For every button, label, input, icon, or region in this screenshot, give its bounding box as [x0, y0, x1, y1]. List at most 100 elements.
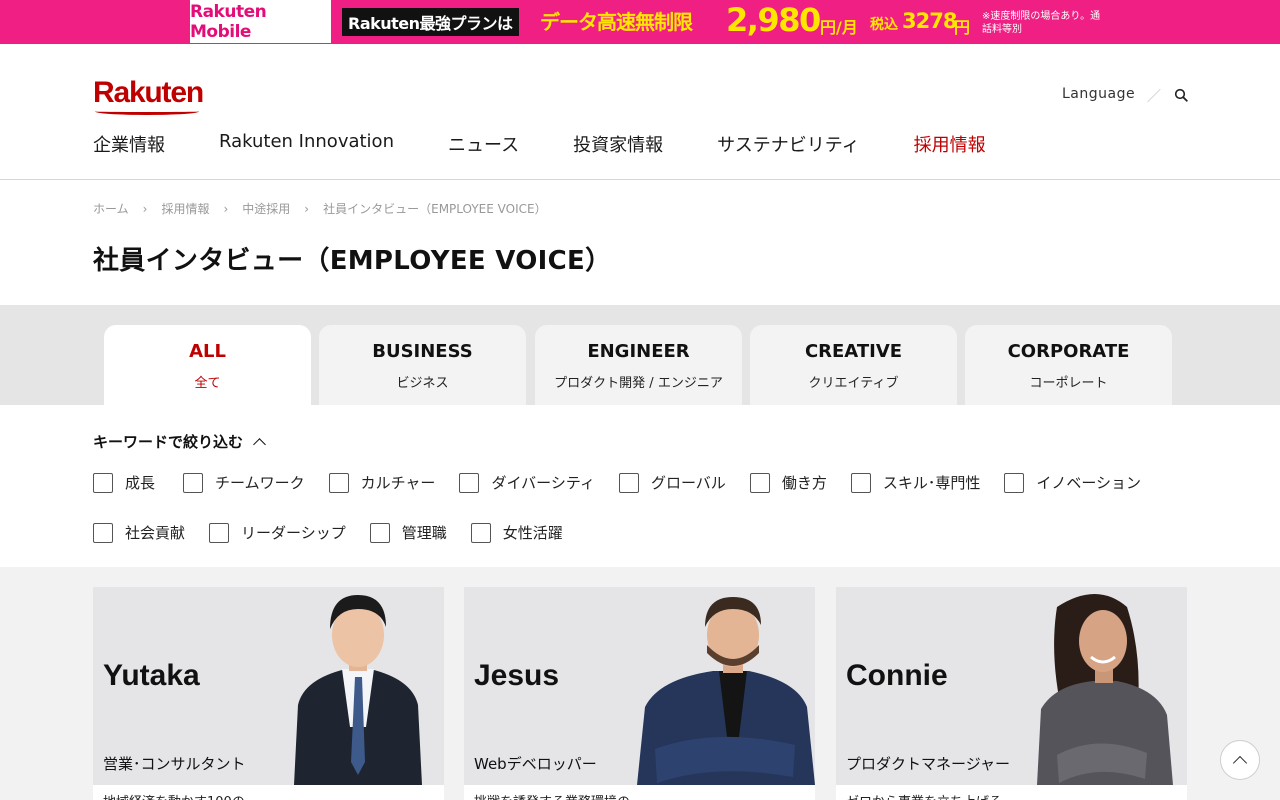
- promo-banner[interactable]: Rakuten Mobile Rakuten最強プランは データ高速無制限 2,…: [0, 0, 1280, 44]
- keyword-checkbox-workstyle[interactable]: 働き方: [749, 472, 827, 493]
- tab-engineer[interactable]: ENGINEER プロダクト開発 / エンジニア: [535, 325, 742, 405]
- keyword-label: グローバル: [650, 474, 726, 492]
- chevron-up-icon: [1232, 755, 1248, 770]
- keyword-label: 社会貢献: [125, 524, 186, 542]
- employee-name: Connie: [846, 659, 948, 692]
- card-excerpt: 挑戦を誘発する業務環境の…: [474, 791, 643, 800]
- employee-role: プロダクトマネージャー: [846, 755, 1010, 773]
- promo-price-unit: 円/月: [820, 18, 858, 37]
- keyword-label: 管理職: [401, 524, 447, 542]
- tab-label-en: ENGINEER: [587, 341, 690, 362]
- keyword-checkbox-social-contribution[interactable]: 社会貢献: [93, 522, 185, 543]
- promo-tax-label: 税込: [870, 17, 898, 33]
- keyword-checkbox-management[interactable]: 管理職: [369, 522, 447, 543]
- keyword-filter-toggle[interactable]: キーワードで絞り込む: [93, 431, 266, 452]
- nav-investor-relations[interactable]: 投資家情報: [573, 131, 663, 157]
- breadcrumb-separator: ›: [142, 201, 148, 216]
- keyword-checkbox-skills[interactable]: スキル･専門性: [850, 472, 981, 493]
- tab-label-en: CORPORATE: [1007, 341, 1130, 362]
- nav-news[interactable]: ニュース: [448, 131, 519, 157]
- keyword-checkbox-innovation[interactable]: イノベーション: [1004, 472, 1141, 493]
- checkbox[interactable]: [618, 472, 639, 493]
- tab-label-en: ALL: [189, 341, 226, 362]
- rakuten-logo[interactable]: Rakuten: [93, 76, 204, 115]
- checkbox[interactable]: [749, 472, 770, 493]
- employee-name: Yutaka: [103, 659, 200, 692]
- keyword-row-2: 社会貢献 リーダーシップ 管理職 女性活躍: [93, 522, 563, 543]
- tab-label-ja: 全て: [194, 376, 221, 391]
- employee-photo: [1037, 594, 1173, 785]
- employee-photo: [294, 595, 422, 785]
- nav-corporate-info[interactable]: 企業情報: [93, 131, 165, 157]
- keyword-label: 働き方: [781, 474, 827, 492]
- interview-card-jesus[interactable]: Jesus Webデベロッパー 挑戦を誘発する業務環境の…: [464, 587, 815, 800]
- checkbox[interactable]: [470, 522, 491, 543]
- tab-all[interactable]: ALL 全て: [104, 325, 311, 405]
- keyword-checkbox-leadership[interactable]: リーダーシップ: [209, 522, 346, 543]
- keyword-label: イノベーション: [1036, 474, 1142, 492]
- breadcrumb-mid-career[interactable]: 中途採用: [242, 200, 290, 217]
- keyword-filter-heading: キーワードで絞り込む: [93, 433, 244, 451]
- interview-card-connie[interactable]: Connie プロダクトマネージャー ゼロから事業を立ち上げる…: [836, 587, 1187, 800]
- employee-photo: [637, 597, 815, 785]
- tab-creative[interactable]: CREATIVE クリエイティブ: [750, 325, 957, 405]
- checkbox[interactable]: [328, 472, 349, 493]
- breadcrumb: ホーム › 採用情報 › 中途採用 › 社員インタビュー（EMPLOYEE VO…: [93, 200, 547, 217]
- keyword-label: ダイバーシティ: [491, 474, 595, 492]
- keyword-checkbox-culture[interactable]: カルチャー: [328, 472, 436, 493]
- promo-headline: データ高速無制限: [540, 10, 693, 34]
- language-link[interactable]: Language: [1062, 86, 1135, 102]
- tab-label-ja: ビジネス: [396, 376, 449, 391]
- checkbox[interactable]: [209, 522, 230, 543]
- keyword-label: チームワーク: [215, 474, 305, 492]
- promo-price: 2,980: [726, 1, 821, 39]
- keyword-checkbox-diversity[interactable]: ダイバーシティ: [459, 472, 595, 493]
- keyword-label: リーダーシップ: [241, 524, 346, 542]
- employee-role: Webデベロッパー: [474, 755, 597, 773]
- keyword-label: カルチャー: [360, 474, 436, 492]
- interview-card-yutaka[interactable]: Yutaka 営業･コンサルタント 地域経済を動かす100の…: [93, 587, 444, 800]
- rakuten-mobile-logo: Rakuten Mobile: [190, 0, 331, 43]
- breadcrumb-home[interactable]: ホーム: [93, 200, 129, 217]
- checkbox[interactable]: [93, 472, 113, 493]
- nav-sustainability[interactable]: サステナビリティ: [717, 131, 860, 157]
- keyword-label: スキル･専門性: [882, 474, 981, 492]
- page-title: 社員インタビュー（EMPLOYEE VOICE）: [93, 246, 612, 276]
- breadcrumb-current: 社員インタビュー（EMPLOYEE VOICE）: [323, 202, 547, 216]
- checkbox[interactable]: [183, 472, 204, 493]
- checkbox[interactable]: [369, 522, 390, 543]
- tab-corporate[interactable]: CORPORATE コーポレート: [965, 325, 1172, 405]
- search-icon[interactable]: [1174, 88, 1188, 102]
- promo-plan-label: Rakuten最強プランは: [342, 8, 519, 36]
- checkbox[interactable]: [850, 472, 871, 493]
- keyword-label: 成長: [125, 474, 156, 492]
- tab-label-ja: プロダクト開発 / エンジニア: [554, 376, 723, 391]
- breadcrumb-careers[interactable]: 採用情報: [161, 200, 209, 217]
- keyword-label: 女性活躍: [502, 524, 563, 542]
- breadcrumb-separator: ›: [304, 201, 310, 216]
- checkbox[interactable]: [93, 522, 113, 543]
- promo-tax-unit: 円: [954, 18, 971, 37]
- nav-careers[interactable]: 採用情報: [914, 131, 986, 157]
- tab-business[interactable]: BUSINESS ビジネス: [319, 325, 526, 405]
- back-to-top-button[interactable]: [1220, 740, 1260, 780]
- promo-tax-price: 3278: [902, 9, 957, 33]
- employee-name: Jesus: [474, 659, 560, 692]
- keyword-checkbox-global[interactable]: グローバル: [618, 472, 726, 493]
- tab-label-ja: コーポレート: [1029, 376, 1108, 391]
- keyword-checkbox-teamwork[interactable]: チームワーク: [183, 472, 305, 493]
- checkbox[interactable]: [1004, 472, 1025, 493]
- checkbox[interactable]: [459, 472, 480, 493]
- header-divider: ／: [1147, 89, 1161, 105]
- employee-role: 営業･コンサルタント: [103, 755, 246, 773]
- keyword-checkbox-women-empowerment[interactable]: 女性活躍: [470, 522, 563, 543]
- keyword-checkbox-growth[interactable]: 成長: [93, 472, 155, 493]
- tab-label-ja: クリエイティブ: [808, 376, 899, 391]
- nav-rakuten-innovation[interactable]: Rakuten Innovation: [219, 131, 394, 157]
- logo-smile-curve: [95, 108, 199, 115]
- promo-note: ※速度制限の場合あり。通話料等別: [982, 11, 1101, 35]
- header-divider-line: [0, 179, 1280, 180]
- keyword-row-1: 成長 チームワーク カルチャー ダイバーシティ グローバル 働き方 スキル･専門…: [93, 472, 1141, 493]
- tab-label-en: BUSINESS: [372, 341, 473, 362]
- card-excerpt: 地域経済を動かす100の…: [103, 791, 258, 800]
